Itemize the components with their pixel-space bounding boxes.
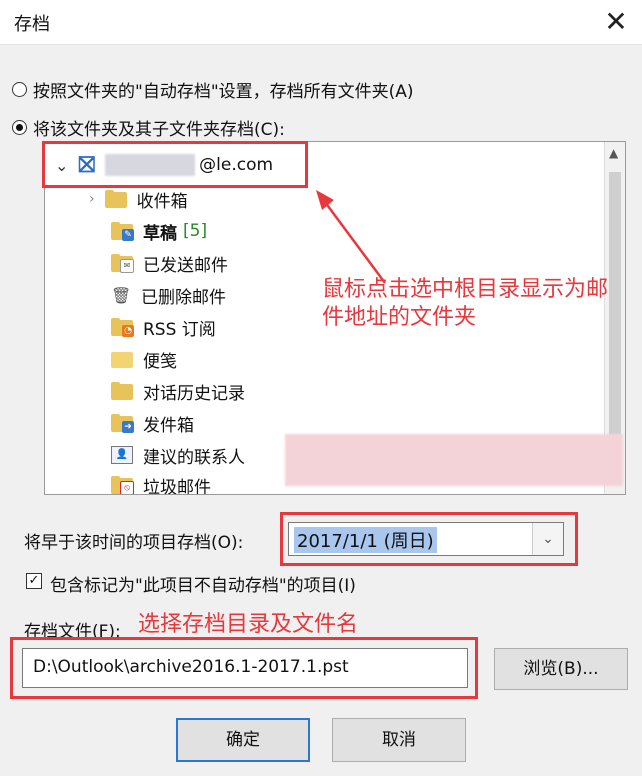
- tree-item[interactable]: ✎ 草稿 [5]: [111, 216, 207, 246]
- annotation-box-date: [280, 512, 578, 566]
- close-icon[interactable]: ✕: [598, 4, 634, 40]
- drafts-count: [5]: [183, 221, 208, 241]
- radio-button-selected[interactable]: [12, 120, 27, 135]
- tree-item-label: 已发送邮件: [143, 255, 228, 276]
- folder-icon: [111, 382, 133, 400]
- tree-item[interactable]: 🗑 已删除邮件: [111, 280, 226, 310]
- annotation-line: 鼠标点击选中根目录显示为邮: [322, 277, 609, 302]
- tree-item[interactable]: ◔ RSS 订阅: [111, 312, 216, 342]
- window-title: 存档: [14, 14, 50, 35]
- tree-item[interactable]: › 收件箱: [89, 184, 188, 214]
- archive-file-input[interactable]: D:\Outlook\archive2016.1-2017.1.pst: [22, 648, 468, 688]
- include-label: 包含标记为"此项目不自动存档"的项目(I): [50, 576, 356, 596]
- junk-folder-icon: ⦸: [111, 476, 134, 494]
- tree-item[interactable]: ⦸ 垃圾邮件: [111, 470, 211, 495]
- tree-item[interactable]: 便笺: [111, 344, 177, 374]
- annotation-root-note: 鼠标点击选中根目录显示为邮 件地址的文件夹: [322, 276, 608, 332]
- contacts-icon: 👤: [111, 446, 133, 464]
- radio-folder-archive-label: 将该文件夹及其子文件夹存档(C):: [33, 120, 285, 140]
- sent-folder-icon: ✉: [111, 254, 134, 273]
- radio-auto-archive-label: 按照文件夹的"自动存档"设置，存档所有文件夹(A): [33, 82, 414, 102]
- radio-button[interactable]: [12, 82, 27, 97]
- chevron-right-icon[interactable]: ›: [89, 191, 95, 207]
- tree-item[interactable]: 👤 建议的联系人: [111, 440, 245, 470]
- radio-auto-archive[interactable]: 按照文件夹的"自动存档"设置，存档所有文件夹(A): [12, 77, 414, 102]
- trash-icon: 🗑: [111, 285, 132, 305]
- date-label: 将早于该时间的项目存档(O):: [24, 533, 244, 553]
- tree-item-label: 建议的联系人: [143, 447, 245, 468]
- radio-folder-archive[interactable]: 将该文件夹及其子文件夹存档(C):: [12, 115, 285, 140]
- tree-item[interactable]: ✉ 已发送邮件: [111, 248, 228, 278]
- annotation-arrow: [300, 178, 390, 288]
- tree-item-label: 草稿: [143, 223, 177, 244]
- rss-folder-icon: ◔: [111, 318, 134, 337]
- drafts-folder-icon: ✎: [111, 222, 134, 241]
- tree-item-label: 收件箱: [136, 191, 188, 212]
- annotation-file-note: 选择存档目录及文件名: [138, 612, 359, 637]
- annotation-line: 件地址的文件夹: [322, 305, 477, 330]
- tree-item-label: RSS 订阅: [143, 319, 216, 340]
- browse-button[interactable]: 浏览(B)...: [494, 648, 628, 690]
- tree-item-label: 发件箱: [143, 415, 194, 436]
- tree-item-label: 对话历史记录: [143, 383, 245, 404]
- tree-item-label: 便笺: [143, 351, 177, 372]
- annotation-box-root: [42, 141, 308, 188]
- cancel-button[interactable]: 取消: [332, 718, 466, 762]
- tree-item-label: 垃圾邮件: [143, 477, 211, 495]
- tree-item[interactable]: ➜ 发件箱: [111, 408, 194, 438]
- scroll-up-icon[interactable]: ▲: [609, 146, 618, 160]
- scroll-thumb[interactable]: [609, 172, 621, 472]
- title-bar: 存档 ✕: [0, 0, 642, 45]
- tree-item-label: 已删除邮件: [141, 287, 226, 308]
- include-checkbox[interactable]: ✓: [26, 573, 42, 589]
- redacted-overlay: [285, 434, 623, 486]
- notes-folder-icon: [111, 350, 133, 368]
- outbox-folder-icon: ➜: [111, 414, 134, 433]
- tree-item[interactable]: 对话历史记录: [111, 376, 245, 406]
- inbox-folder-icon: [104, 190, 127, 208]
- ok-button[interactable]: 确定: [176, 718, 310, 762]
